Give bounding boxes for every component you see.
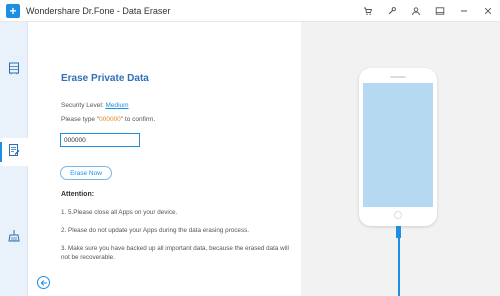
sidebar-item-erase-all-data[interactable] (0, 56, 28, 84)
security-level-label: Security Level: (61, 102, 106, 109)
broom-icon (7, 229, 21, 248)
attention-note: 3. Make sure you have backed up all impo… (61, 245, 289, 261)
erase-now-button[interactable]: Erase Now (60, 166, 112, 180)
security-level-link[interactable]: Medium (105, 102, 128, 109)
page-title: Erase Private Data (61, 73, 149, 84)
app-logo-icon: + (6, 3, 20, 18)
close-icon[interactable] (476, 0, 500, 22)
sidebar-item-erase-private-data[interactable] (0, 138, 28, 166)
sidebar-item-free-up-space[interactable] (0, 224, 28, 252)
confirm-instruction: Please type "000000" to confirm. (61, 116, 155, 123)
attention-title: Attention: (61, 191, 95, 198)
title-bar: + Wondershare Dr.Fone - Data Eraser (0, 0, 500, 22)
instruction-code: 000000 (99, 116, 121, 123)
main-panel: Erase Private Data Security Level: Mediu… (28, 22, 301, 296)
feedback-icon[interactable] (428, 0, 452, 22)
security-level: Security Level: Medium (61, 102, 129, 109)
document-erase-icon (7, 143, 21, 162)
attention-note: 1. 5.Please close all Apps on your devic… (61, 209, 178, 216)
phone-home-button (394, 211, 402, 219)
app-title: Wondershare Dr.Fone - Data Eraser (26, 5, 171, 16)
back-button[interactable] (37, 276, 50, 289)
attention-note: 2. Please do not update your Apps during… (61, 227, 249, 234)
confirm-code-input[interactable] (60, 133, 140, 147)
title-bar-controls (356, 0, 500, 22)
instruction-prefix: Please type " (61, 116, 100, 123)
phone-speaker (390, 76, 406, 78)
device-illustration-panel (301, 22, 500, 296)
cart-icon[interactable] (356, 0, 380, 22)
phone-screen (363, 83, 433, 207)
minimize-icon[interactable] (452, 0, 476, 22)
sidebar (0, 22, 28, 296)
arrow-left-icon (40, 274, 48, 292)
usb-cable (397, 238, 400, 296)
storage-icon (7, 61, 21, 80)
phone-illustration (359, 68, 437, 226)
tool-icon[interactable] (380, 0, 404, 22)
account-icon[interactable] (404, 0, 428, 22)
instruction-suffix: " to confirm. (120, 116, 156, 123)
cable-connector (396, 226, 401, 238)
